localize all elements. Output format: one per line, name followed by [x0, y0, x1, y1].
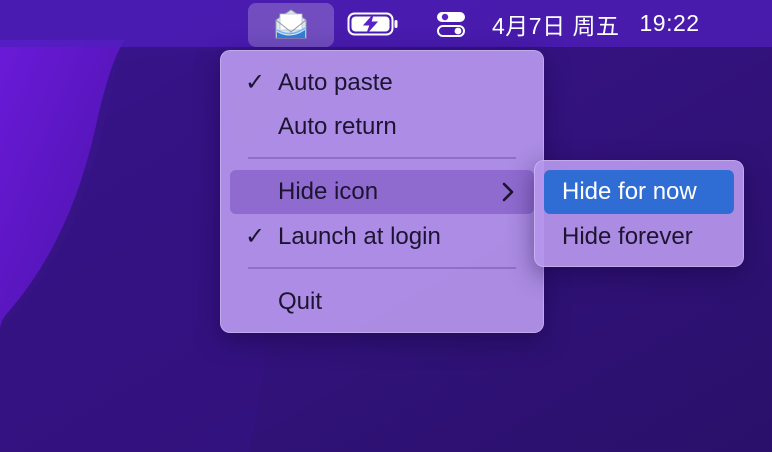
- checkmark-icon: ✓: [245, 223, 266, 250]
- clock-date: 4月7日 周五: [492, 12, 620, 39]
- control-center[interactable]: [430, 0, 472, 47]
- menu-item-launch-at-login[interactable]: ✓ Launch at login: [230, 215, 534, 259]
- chevron-right-icon: [502, 182, 514, 202]
- envelope-tray-icon: [275, 9, 307, 39]
- menu-item-label: Quit: [278, 288, 323, 315]
- menu-item-label: Auto paste: [278, 69, 393, 96]
- menu-bar: 4月7日 周五 19:22: [0, 0, 772, 47]
- battery-indicator[interactable]: [343, 0, 403, 47]
- menu-item-label: Hide icon: [278, 178, 379, 205]
- control-center-icon: [437, 11, 465, 37]
- checkmark-icon: ✓: [245, 69, 266, 96]
- menu-item-hide-icon[interactable]: Hide icon: [230, 170, 534, 214]
- submenu-item-label: Hide for now: [562, 178, 697, 205]
- clock-time: 19:22: [639, 10, 700, 36]
- menu-separator: [248, 157, 516, 159]
- menu-item-auto-paste[interactable]: ✓ Auto paste: [230, 61, 534, 105]
- menu-item-quit[interactable]: Quit: [230, 280, 534, 324]
- menu-item-label: Auto return: [278, 113, 397, 140]
- submenu-item-label: Hide forever: [562, 223, 693, 250]
- menu-separator: [248, 267, 516, 269]
- status-app-icon[interactable]: [248, 3, 334, 47]
- menu-bar-clock[interactable]: 4月7日 周五 19:22: [492, 0, 762, 47]
- menu-item-auto-return[interactable]: Auto return: [230, 105, 534, 149]
- submenu-item-hide-for-now[interactable]: Hide for now: [544, 170, 734, 214]
- hide-icon-submenu: Hide for now Hide forever: [534, 160, 744, 267]
- menu-item-label: Launch at login: [278, 223, 441, 250]
- desktop: 4月7日 周五 19:22 ✓ Auto paste Auto return H…: [0, 0, 772, 452]
- battery-charging-icon: [347, 12, 398, 35]
- app-dropdown-menu: ✓ Auto paste Auto return Hide icon ✓ Lau…: [220, 50, 544, 333]
- submenu-item-hide-forever[interactable]: Hide forever: [544, 215, 734, 259]
